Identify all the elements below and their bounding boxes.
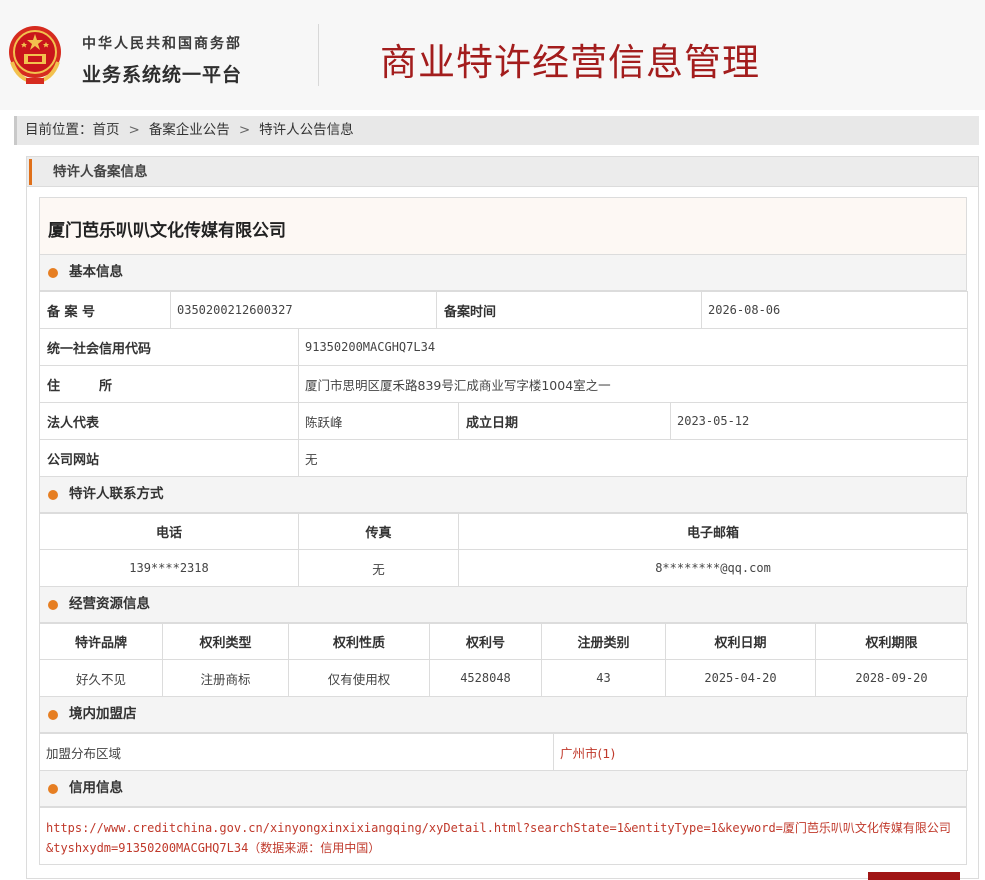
brand-value: 好久不见 xyxy=(39,659,163,697)
bullet-dot-icon xyxy=(48,784,58,794)
stores-table: 加盟分布区域 广州市(1) xyxy=(39,733,968,771)
record-no-label: 备 案 号 xyxy=(39,291,171,329)
column-header: 注册类别 xyxy=(541,623,666,660)
bullet-dot-icon xyxy=(48,268,58,278)
contact-table: 电话 传真 电子邮箱 139****2318 无 8********@qq.co… xyxy=(39,513,968,587)
column-header: 权利类型 xyxy=(162,623,289,660)
column-header: 电话 xyxy=(39,513,299,550)
breadcrumb-item-announcements[interactable]: 备案企业公告 xyxy=(149,122,230,138)
breadcrumb-separator: > xyxy=(128,122,140,138)
basic-info-table-4: 公司网站 无 xyxy=(39,439,968,477)
right-term-value: 2028-09-20 xyxy=(815,659,968,697)
bullet-dot-icon xyxy=(48,490,58,500)
legal-rep-label: 法人代表 xyxy=(39,402,299,440)
section-contact: 特许人联系方式 xyxy=(39,476,967,513)
table-row: 备 案 号 0350200212600327 备案时间 2026-08-06 xyxy=(39,291,968,329)
website-label: 公司网站 xyxy=(39,439,299,477)
record-no-value: 0350200212600327 xyxy=(170,291,437,329)
credit-link-box: https://www.creditchina.gov.cn/xinyongxi… xyxy=(39,807,967,865)
breadcrumb: 目前位置：首页 > 备案企业公告 > 特许人公告信息 xyxy=(14,116,979,145)
founded-label: 成立日期 xyxy=(458,402,671,440)
basic-info-table-1: 备 案 号 0350200212600327 备案时间 2026-08-06 xyxy=(39,291,968,329)
breadcrumb-prefix: 目前位置： xyxy=(25,122,93,138)
header-divider xyxy=(318,24,319,86)
section-basic-info: 基本信息 xyxy=(39,254,967,291)
breadcrumb-item-home[interactable]: 首页 xyxy=(93,122,120,138)
area-label: 加盟分布区域 xyxy=(39,733,554,771)
column-header: 传真 xyxy=(298,513,459,550)
credit-link-line-2[interactable]: &tyshxydm=91350200MACGHQ7L34（数据来源：信用中国） xyxy=(46,838,960,858)
resources-table: 特许品牌 权利类型 权利性质 权利号 注册类别 权利日期 权利期限 好久不见 注… xyxy=(39,623,968,697)
right-number-value: 4528048 xyxy=(429,659,542,697)
table-header-row: 电话 传真 电子邮箱 xyxy=(39,513,968,550)
column-header: 电子邮箱 xyxy=(458,513,968,550)
table-row: 法人代表 陈跃峰 成立日期 2023-05-12 xyxy=(39,402,968,440)
national-emblem-icon xyxy=(9,26,61,85)
column-header: 权利性质 xyxy=(288,623,430,660)
platform-name: 业务系统统一平台 xyxy=(82,64,243,86)
company-name: 厦门芭乐叭叭文化传媒有限公司 xyxy=(48,221,286,241)
bullet-dot-icon xyxy=(48,600,58,610)
phone-value: 139****2318 xyxy=(39,549,299,587)
panel-header-accent xyxy=(29,159,32,185)
column-header: 权利期限 xyxy=(815,623,968,660)
panel-title: 特许人备案信息 xyxy=(53,164,148,180)
section-title: 境内加盟店 xyxy=(69,706,137,722)
address-value: 厦门市思明区厦禾路839号汇成商业写字楼1004室之一 xyxy=(298,365,968,403)
fax-value: 无 xyxy=(298,549,459,587)
email-value: 8********@qq.com xyxy=(458,549,968,587)
section-domestic-stores: 境内加盟店 xyxy=(39,696,967,733)
table-row: 住 所 厦门市思明区厦禾路839号汇成商业写字楼1004室之一 xyxy=(39,365,968,403)
table-row: 统一社会信用代码 91350200MACGHQ7L34 xyxy=(39,328,968,366)
column-header: 权利日期 xyxy=(665,623,816,660)
breadcrumb-item-current: 特许人公告信息 xyxy=(259,122,354,138)
right-type-value: 注册商标 xyxy=(162,659,289,697)
ministry-name: 中华人民共和国商务部 xyxy=(82,36,242,52)
section-credit: 信用信息 xyxy=(39,770,967,807)
section-title: 信用信息 xyxy=(69,780,123,796)
table-row: 好久不见 注册商标 仅有使用权 4528048 43 2025-04-20 20… xyxy=(39,659,968,697)
table-row: 公司网站 无 xyxy=(39,439,968,477)
section-title: 基本信息 xyxy=(69,264,123,280)
website-value: 无 xyxy=(298,439,968,477)
record-time-label: 备案时间 xyxy=(436,291,702,329)
table-header-row: 特许品牌 权利类型 权利性质 权利号 注册类别 权利日期 权利期限 xyxy=(39,623,968,660)
credit-code-label: 统一社会信用代码 xyxy=(39,328,299,366)
column-header: 权利号 xyxy=(429,623,542,660)
right-date-value: 2025-04-20 xyxy=(665,659,816,697)
legal-rep-value: 陈跃峰 xyxy=(298,402,459,440)
credit-link-line-1[interactable]: https://www.creditchina.gov.cn/xinyongxi… xyxy=(46,818,960,838)
company-row: 厦门芭乐叭叭文化传媒有限公司 xyxy=(39,197,967,255)
reg-class-value: 43 xyxy=(541,659,666,697)
panel-header: 特许人备案信息 xyxy=(27,157,978,187)
record-time-value: 2026-08-06 xyxy=(701,291,968,329)
basic-info-table-2: 统一社会信用代码 91350200MACGHQ7L34 住 所 厦门市思明区厦禾… xyxy=(39,328,968,403)
bullet-dot-icon xyxy=(48,710,58,720)
breadcrumb-separator: > xyxy=(238,122,251,138)
section-resources: 经营资源信息 xyxy=(39,586,967,623)
site-header: 中华人民共和国商务部 业务系统统一平台 商业特许经营信息管理 xyxy=(0,0,985,110)
founded-value: 2023-05-12 xyxy=(670,402,968,440)
section-title: 特许人联系方式 xyxy=(69,486,164,502)
credit-code-value: 91350200MACGHQ7L34 xyxy=(298,328,968,366)
right-nature-value: 仅有使用权 xyxy=(288,659,430,697)
area-value-link[interactable]: 广州市(1) xyxy=(553,733,968,771)
table-row: 加盟分布区域 广州市(1) xyxy=(39,733,968,771)
section-title: 经营资源信息 xyxy=(69,596,150,612)
table-row: 139****2318 无 8********@qq.com xyxy=(39,549,968,587)
page-title: 商业特许经营信息管理 xyxy=(380,41,760,84)
address-label: 住 所 xyxy=(39,365,299,403)
column-header: 特许品牌 xyxy=(39,623,163,660)
basic-info-table-3: 法人代表 陈跃峰 成立日期 2023-05-12 xyxy=(39,402,968,440)
